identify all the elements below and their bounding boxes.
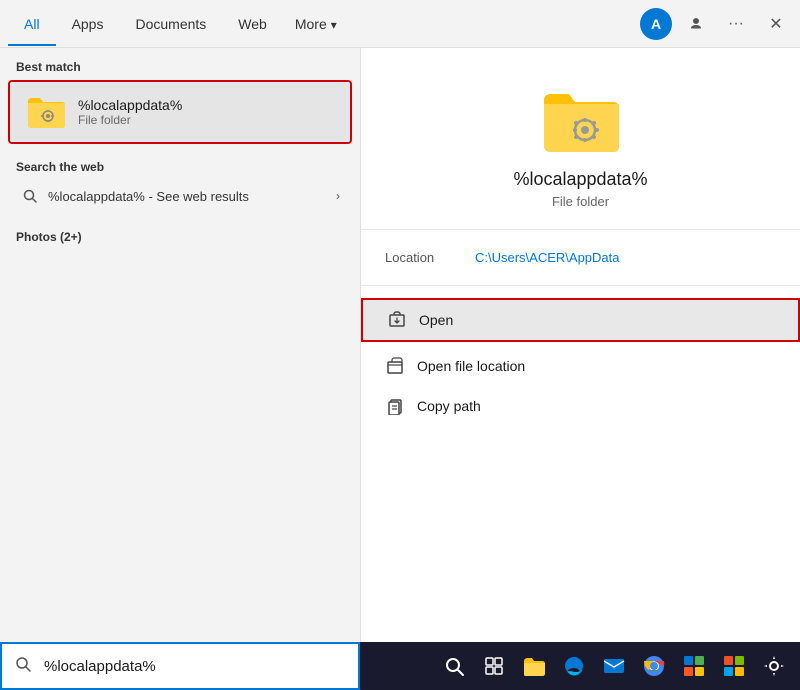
left-panel: Best match xyxy=(0,48,360,690)
web-search-section: Search the web %localappdata% - See web … xyxy=(0,144,360,222)
location-value[interactable]: C:\Users\ACER\AppData xyxy=(475,250,620,265)
best-match-type: File folder xyxy=(78,113,182,127)
web-search-item[interactable]: %localappdata% - See web results › xyxy=(16,178,344,214)
copy-path-label: Copy path xyxy=(417,398,481,414)
copy-path-icon xyxy=(385,396,405,416)
best-match-info: %localappdata% File folder xyxy=(78,97,182,127)
web-search-label: Search the web xyxy=(16,152,344,178)
open-file-location-action[interactable]: Open file location xyxy=(361,346,800,386)
details-area: Location C:\Users\ACER\AppData xyxy=(361,230,800,286)
tab-bar: All Apps Documents Web More A ··· ✕ xyxy=(0,0,800,48)
preview-name: %localappdata% xyxy=(513,169,647,190)
open-file-location-label: Open file location xyxy=(417,358,525,374)
open-action[interactable]: Open xyxy=(363,300,798,340)
location-row: Location C:\Users\ACER\AppData xyxy=(385,246,776,269)
chevron-down-icon xyxy=(331,16,337,32)
arrow-right-icon: › xyxy=(336,189,340,203)
tab-apps[interactable]: Apps xyxy=(56,2,120,46)
photos-section: Photos (2+) xyxy=(0,222,360,256)
tab-documents[interactable]: Documents xyxy=(119,2,222,46)
taskbar-file-explorer-button[interactable] xyxy=(516,648,552,684)
search-window: All Apps Documents Web More A ··· ✕ xyxy=(0,0,800,690)
person-icon[interactable] xyxy=(680,8,712,40)
taskbar xyxy=(0,642,800,690)
taskbar-search-icon xyxy=(2,655,44,678)
folder-icon xyxy=(26,92,66,132)
open-file-location-icon xyxy=(385,356,405,376)
avatar[interactable]: A xyxy=(640,8,672,40)
open-action-wrapper: Open xyxy=(361,298,800,342)
right-panel: %localappdata% File folder Location C:\U… xyxy=(360,48,800,690)
search-icon xyxy=(20,186,40,206)
actions-area: Open Open file location xyxy=(361,286,800,434)
large-folder-icon xyxy=(541,88,621,153)
copy-path-action[interactable]: Copy path xyxy=(361,386,800,426)
tab-more[interactable]: More xyxy=(283,2,349,46)
taskbar-search-button[interactable] xyxy=(436,648,472,684)
taskbar-store-button[interactable] xyxy=(676,648,712,684)
search-box-area xyxy=(0,642,360,690)
open-label: Open xyxy=(419,312,453,328)
more-options-button[interactable]: ··· xyxy=(720,8,752,40)
photos-label: Photos (2+) xyxy=(16,226,344,248)
web-search-query: %localappdata% - See web results xyxy=(48,189,328,204)
taskbar-mail-button[interactable] xyxy=(596,648,632,684)
taskbar-edge-button[interactable] xyxy=(556,648,592,684)
tab-web[interactable]: Web xyxy=(222,2,283,46)
tab-bar-right: A ··· ✕ xyxy=(640,8,792,40)
taskbar-taskview-button[interactable] xyxy=(476,648,512,684)
taskbar-tiles-button[interactable] xyxy=(716,648,752,684)
tab-all[interactable]: All xyxy=(8,2,56,46)
best-match-label: Best match xyxy=(0,48,360,80)
preview-type: File folder xyxy=(552,194,609,209)
taskbar-settings-button[interactable] xyxy=(756,648,792,684)
preview-area: %localappdata% File folder xyxy=(361,48,800,230)
search-input[interactable] xyxy=(44,658,358,675)
content-area: Best match xyxy=(0,48,800,690)
open-icon xyxy=(387,310,407,330)
close-button[interactable]: ✕ xyxy=(760,8,792,40)
taskbar-chrome-button[interactable] xyxy=(636,648,672,684)
best-match-name: %localappdata% xyxy=(78,97,182,113)
taskbar-right xyxy=(360,648,800,684)
location-label: Location xyxy=(385,250,475,265)
best-match-item[interactable]: %localappdata% File folder xyxy=(8,80,352,144)
